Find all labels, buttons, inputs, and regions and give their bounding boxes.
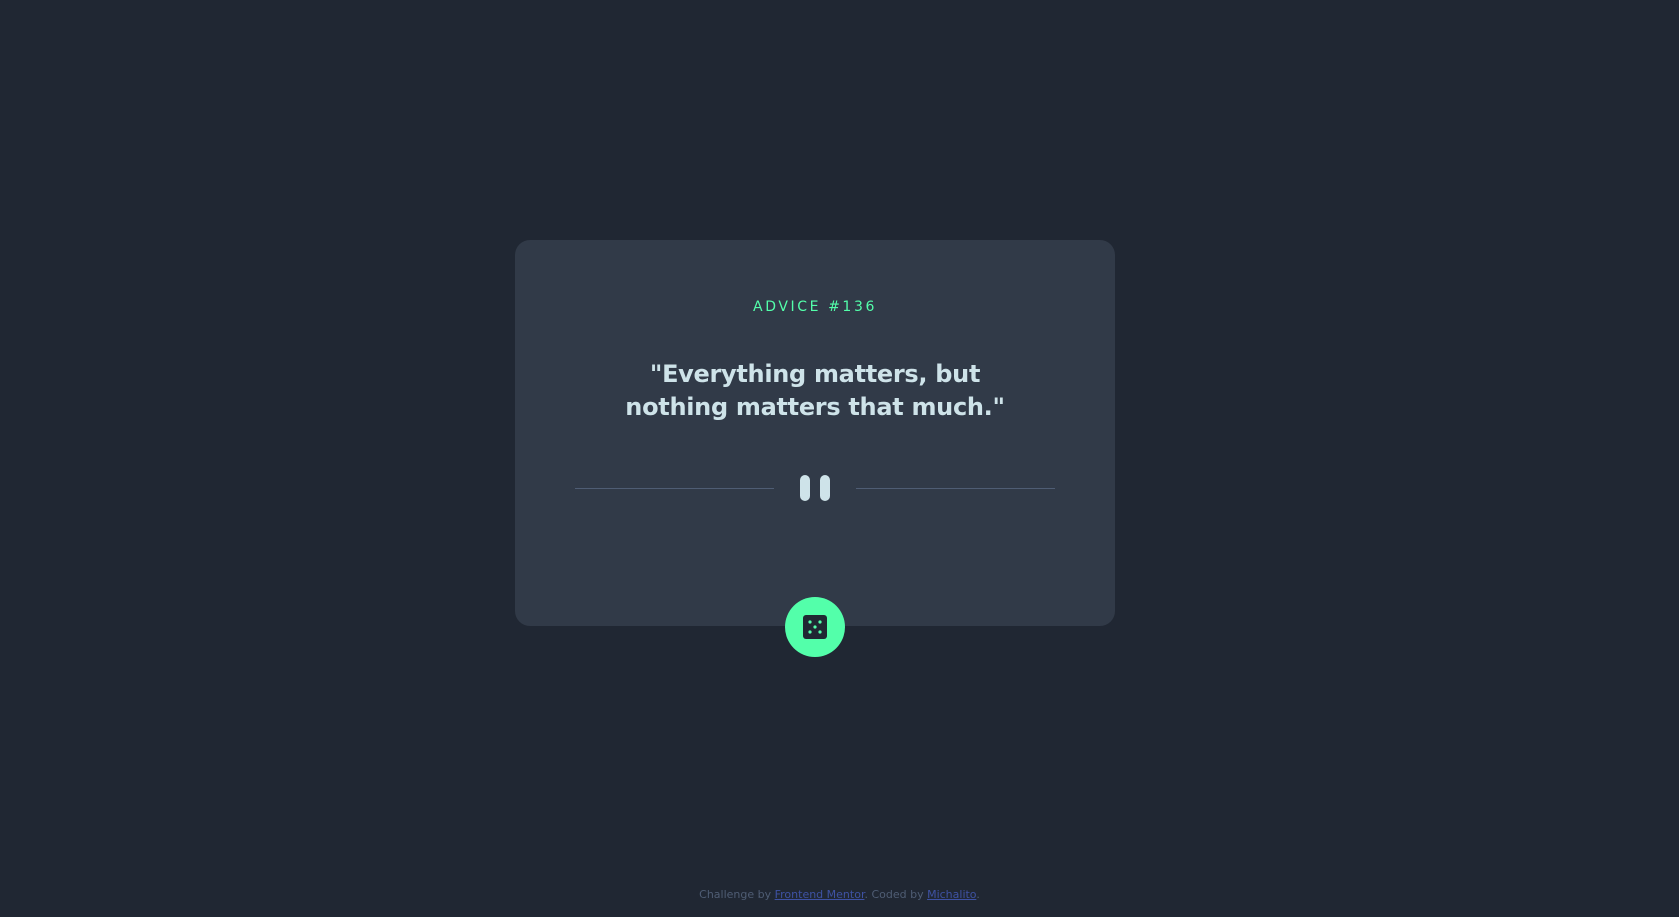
attribution-footer: Challenge by Frontend Mentor. Coded by M… (0, 888, 1679, 901)
new-advice-button[interactable] (785, 597, 845, 657)
divider-line-left (575, 487, 774, 489)
advice-card: ADVICE #136 "Everything matters, but not… (515, 240, 1115, 626)
pause-bar-right (820, 475, 830, 501)
divider (575, 473, 1055, 503)
advice-number: ADVICE #136 (753, 299, 877, 315)
footer-prefix: Challenge by (699, 888, 775, 901)
footer-suffix: . (976, 888, 980, 901)
dice-icon (803, 615, 827, 639)
pause-bar-left (800, 475, 810, 501)
advice-quote: "Everything matters, but nothing matters… (625, 360, 1005, 421)
page: ADVICE #136 "Everything matters, but not… (0, 0, 1679, 917)
footer-middle: . Coded by (864, 888, 928, 901)
divider-line-right (856, 487, 1055, 489)
author-link[interactable]: Michalito (927, 888, 976, 901)
frontend-mentor-link[interactable]: Frontend Mentor (775, 888, 865, 901)
pause-icon (800, 475, 830, 501)
